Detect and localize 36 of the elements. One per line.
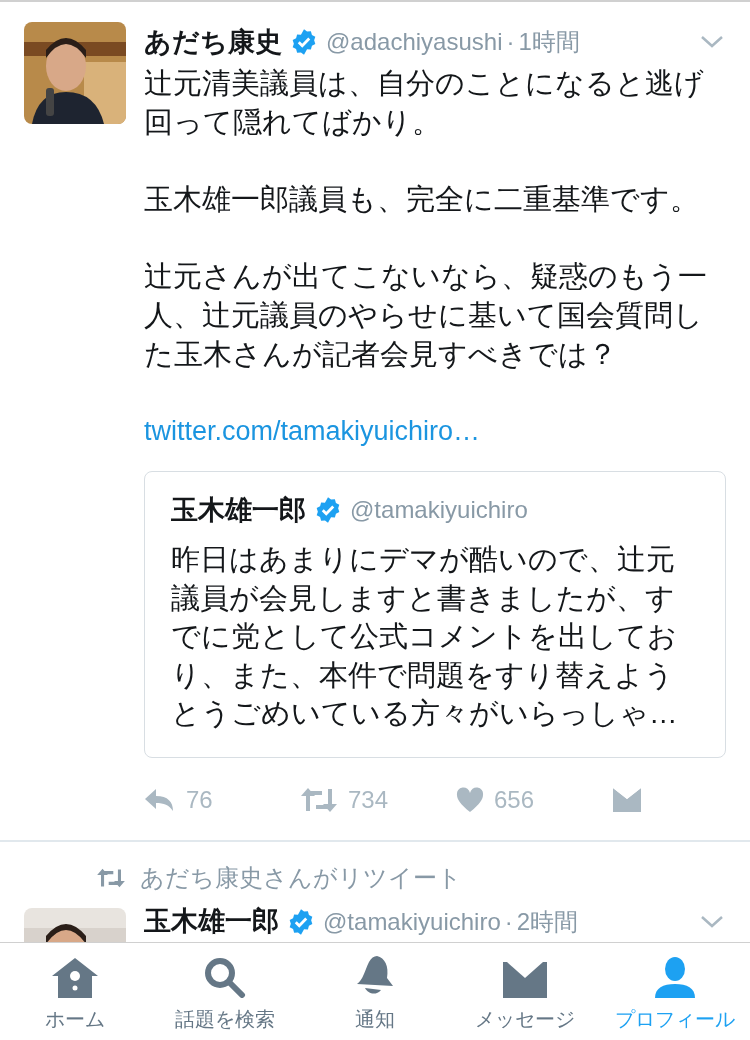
action-count: 656 (494, 784, 535, 815)
chevron-down-icon[interactable] (700, 914, 724, 929)
action-count: 734 (348, 784, 389, 815)
retweeted-by-label: あだち康史さんがリツイート (140, 862, 462, 893)
quoted-tweet-text: 昨日はあまりにデマが酷いので、辻元議員が会見しますと書きましたが、すでに党として公式コメントを出しており、また、本件で問題をすり替えようとうごめいている方々がいらっしゃ… (171, 542, 679, 731)
envelope-icon[interactable] (612, 786, 642, 813)
tab-bar-item[interactable]: プロフィール (600, 943, 750, 1040)
tweet-text: 玉木雄一郎議員も、完全に二重基準です。 (144, 182, 700, 217)
person-icon (653, 956, 697, 998)
heart-icon[interactable] (456, 786, 484, 813)
author-name[interactable]: 玉木雄一郎 (171, 489, 306, 531)
separator-dot: · (504, 906, 513, 937)
tab-bar-item[interactable]: ホーム (0, 943, 150, 1040)
tweet-text: 辻元さんが出てこないなら、疑惑のもう一人、辻元議員のやらせに基いて国会質問した玉木さんが記者会見すべきでは？ (144, 259, 708, 372)
action-count: 76 (186, 784, 213, 815)
author-name[interactable]: 玉木雄一郎 (144, 901, 279, 942)
reply-icon[interactable] (144, 786, 176, 813)
tab-bar-item[interactable]: 通知 (300, 943, 450, 1040)
tab-bar-item[interactable]: 話題を検索 (150, 943, 300, 1040)
tweet-text: 辻元清美議員は、自分のことになると逃げ回って隠れてばかり。 (144, 66, 705, 140)
author-handle: @tamakiyuichiro (350, 495, 528, 525)
envelope-icon (503, 962, 547, 998)
retweet-icon (96, 867, 126, 888)
author-handle: @tamakiyuichiro (323, 906, 501, 937)
tweet-time: 1時間 (518, 27, 580, 57)
retweet-icon[interactable] (300, 786, 338, 813)
chevron-down-icon[interactable] (700, 35, 724, 49)
tab-bar-item[interactable]: メッセージ (450, 943, 600, 1040)
author-name[interactable]: あだち康史 (144, 21, 282, 63)
quoted-tweet-card[interactable]: 玉木雄一郎 @tamakiyuichiro 昨日はあまりにデマが酷いので、辻元議員が会見しますと書きましたが、すでに党として公式コメントを出しており、また、本件で問題をすり替えようとうごめいている方々がいらっしゃ… (144, 471, 726, 758)
separator-dot: · (506, 27, 515, 57)
tweet-link[interactable]: twitter.com/tamakiyuichiro… (144, 412, 726, 451)
author-handle: @adachiyasushi (326, 27, 503, 57)
search-icon (203, 956, 247, 998)
tweet-time: 2時間 (516, 906, 579, 937)
home-icon (51, 958, 99, 998)
